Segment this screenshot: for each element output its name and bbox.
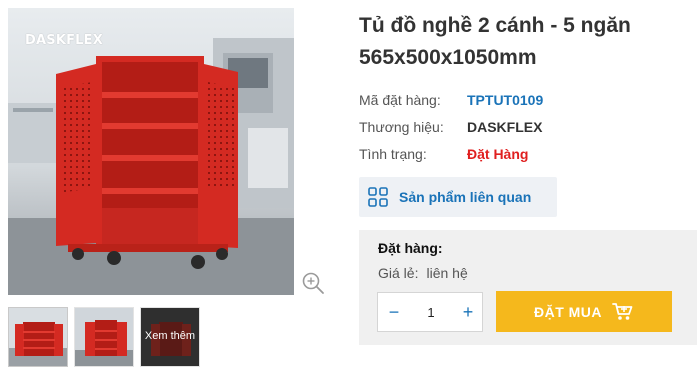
quantity-input[interactable] [406, 293, 456, 331]
thumbnail-1[interactable] [8, 307, 68, 367]
grid-icon [368, 187, 388, 207]
brand-label: Thương hiệu: [359, 119, 444, 135]
order-panel: Đặt hàng: Giá lẻ: liên hệ − + ĐẶT MUA [359, 230, 697, 345]
cart-icon [612, 302, 633, 320]
thumbnail-2[interactable] [74, 307, 134, 367]
product-title: Tủ đồ nghề 2 cánh - 5 ngăn 565x500x1050m… [359, 14, 631, 69]
status-row: Tình trạng: Đặt Hàng [359, 144, 528, 164]
brand-logo: DASKFLEX [25, 33, 103, 48]
price-value: liên hệ [426, 265, 468, 281]
see-more-label: Xem thêm [144, 330, 196, 342]
cabinet-illustration [8, 8, 294, 295]
decrease-quantity-button[interactable]: − [382, 293, 406, 331]
related-products-button[interactable]: Sản phẩm liên quan [359, 177, 557, 217]
status-label: Tình trạng: [359, 146, 427, 162]
brand-value: DASKFLEX [467, 119, 543, 135]
zoom-in-icon[interactable] [300, 270, 326, 296]
increase-quantity-button[interactable]: + [456, 293, 480, 331]
thumbnail-more[interactable]: Xem thêm [140, 307, 200, 367]
product-code-label: Mã đặt hàng: [359, 92, 441, 108]
product-code-row: Mã đặt hàng: TPTUT0109 [359, 90, 543, 110]
order-title: Đặt hàng: [378, 240, 443, 256]
buy-button[interactable]: ĐẶT MUA [496, 291, 672, 332]
related-products-label: Sản phẩm liên quan [399, 189, 532, 205]
brand-row: Thương hiệu: DASKFLEX [359, 117, 542, 137]
thumbnail-strip: Xem thêm [8, 307, 200, 367]
buy-button-label: ĐẶT MUA [533, 303, 603, 320]
quantity-stepper: − + [377, 292, 483, 332]
product-code-value: TPTUT0109 [467, 92, 544, 108]
status-value: Đặt Hàng [467, 146, 529, 162]
price-row: Giá lẻ: liên hệ [378, 265, 468, 281]
price-label: Giá lẻ: [378, 265, 419, 281]
main-product-image[interactable]: DASKFLEX [8, 8, 294, 295]
